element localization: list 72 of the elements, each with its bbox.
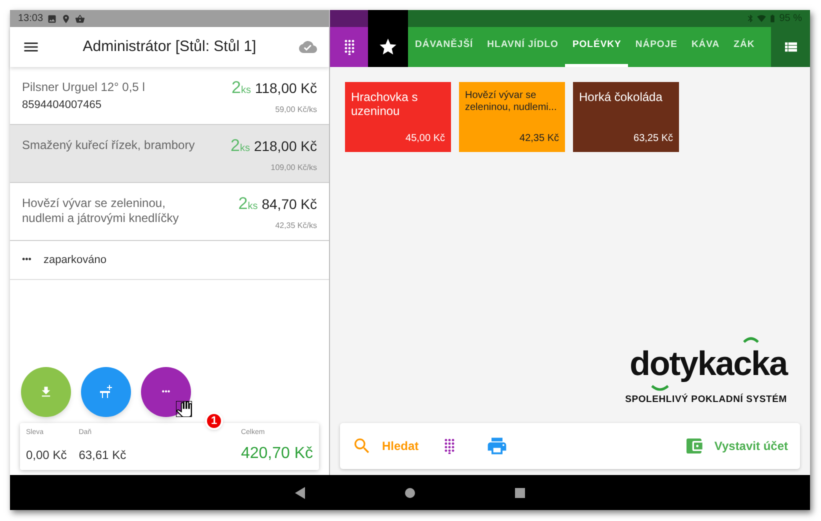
- hand-cursor-icon: [176, 401, 192, 417]
- item-total: 84,70 Kč: [262, 195, 317, 214]
- wallet-icon: [684, 436, 704, 456]
- basket-icon: [75, 14, 86, 24]
- item-total: 218,00 Kč: [254, 137, 317, 156]
- pin-icon: [61, 14, 72, 24]
- item-name: Smažený kuřecí řízek, brambory: [22, 138, 196, 153]
- product-tile[interactable]: Hovězí vývar se zeleninou, nudlemi... 42,35 Kč: [459, 82, 565, 152]
- unit-price: 59,00 Kč/ks: [275, 104, 317, 116]
- item-quantity: 2ks: [232, 77, 251, 99]
- summary-value: 420,70 Kč: [240, 444, 313, 464]
- item-name: Pilsner Urguel 12° 0,5 l: [22, 80, 146, 95]
- product-tile[interactable]: Horká čokoláda 63,25 Kč: [573, 82, 679, 152]
- product-price: 42,35 Kč: [520, 132, 559, 146]
- star-icon: [378, 37, 398, 57]
- wifi-icon: [757, 14, 766, 23]
- parked-label: zaparkováno: [43, 252, 106, 268]
- order-item[interactable]: Smažený kuřecí řízek, brambory 2ks 218,00 Kč 109,00 Kč/ks: [10, 125, 329, 183]
- parked-item[interactable]: ••• zaparkováno: [10, 241, 329, 280]
- add-table-button[interactable]: [81, 367, 131, 417]
- item-quantity: 2ks: [230, 135, 250, 157]
- favorites-tab[interactable]: [368, 27, 408, 67]
- step-badge: 1: [205, 412, 223, 430]
- product-price: 45,00 Kč: [406, 132, 445, 146]
- item-quantity: 2ks: [238, 193, 258, 215]
- more-button[interactable]: •••: [141, 367, 191, 417]
- category-tab[interactable]: ZÁK: [726, 27, 762, 67]
- logo-arc-icon: [650, 384, 669, 391]
- keypad-button[interactable]: [442, 438, 456, 454]
- product-name: Horká čokoláda: [579, 90, 664, 104]
- item-name: Hovězí vývar se zeleninou, nudlemi a játrovými knedlíčky: [22, 196, 180, 226]
- category-tab[interactable]: HLAVNÍ JÍDLO: [480, 27, 566, 67]
- keypad-icon: [442, 438, 456, 454]
- logo-tagline: SPOLEHLIVÝ POKLADNÍ SYSTÉM: [625, 392, 787, 407]
- status-bar-segment: [330, 10, 368, 27]
- more-icon: •••: [22, 253, 32, 267]
- product-name: Hrachovka s uzeninou: [351, 90, 419, 118]
- bluetooth-icon: [746, 14, 756, 23]
- item-total: 118,00 Kč: [254, 79, 317, 98]
- category-tab[interactable]: NÁPOJE: [628, 27, 684, 67]
- keypad-icon: [342, 38, 356, 56]
- unit-price: 42,35 Kč/ks: [275, 220, 317, 232]
- product-price: 63,25 Kč: [634, 132, 673, 146]
- home-icon[interactable]: [405, 488, 415, 498]
- keypad-tab[interactable]: [330, 27, 368, 67]
- battery-icon: [768, 14, 778, 23]
- window-title: Administrátor [Stůl: Stůl 1]: [82, 36, 258, 57]
- logo-accent-icon: [742, 336, 759, 343]
- table-plus-icon: [99, 385, 113, 399]
- summary-value: 63,61 Kč: [78, 446, 126, 464]
- cloud-check-icon[interactable]: [299, 38, 317, 56]
- category-tab[interactable]: POLÉVKY: [565, 27, 628, 67]
- download-icon: [39, 385, 53, 399]
- time: 13:03: [18, 12, 44, 26]
- image-icon: [47, 14, 58, 24]
- printer-icon: [486, 435, 508, 457]
- summary-value: 0,00 Kč: [26, 446, 67, 464]
- back-icon[interactable]: [295, 486, 305, 498]
- category-tab[interactable]: KÁVA: [684, 27, 727, 67]
- recents-icon[interactable]: [515, 488, 525, 498]
- unit-price: 109,00 Kč/ks: [270, 162, 317, 174]
- checkout-button[interactable]: Vystavit účet: [684, 436, 788, 456]
- category-tab[interactable]: DÁVANĚJŠÍ: [408, 27, 480, 67]
- product-name: Hovězí vývar se zeleninou, nudlemi...: [465, 90, 558, 114]
- item-code: 8594404007465: [22, 98, 103, 113]
- search-icon: [352, 436, 372, 456]
- product-tile[interactable]: Hrachovka s uzeninou 45,00 Kč: [345, 82, 451, 152]
- status-bar-segment: [368, 10, 408, 27]
- search-button[interactable]: Hledat: [352, 436, 419, 456]
- print-button[interactable]: [486, 435, 508, 457]
- logo: dotykacka: [630, 344, 787, 384]
- list-view-button[interactable]: [771, 27, 810, 67]
